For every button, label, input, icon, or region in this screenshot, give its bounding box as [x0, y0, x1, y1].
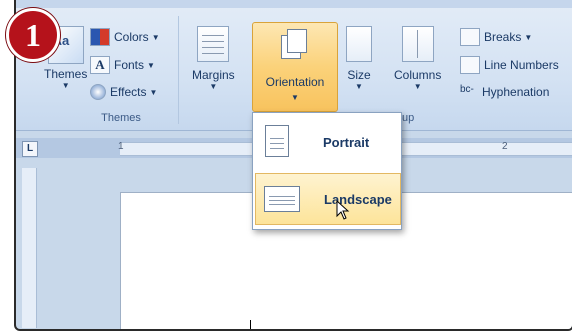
columns-button[interactable]: Columns ▼	[394, 26, 441, 91]
size-icon	[346, 26, 372, 62]
margins-icon	[197, 26, 230, 62]
fonts-icon: A	[90, 56, 110, 74]
ruler-mark-1: 1	[118, 141, 124, 152]
breaks-icon	[460, 28, 480, 46]
mouse-pointer-icon	[336, 200, 350, 220]
portrait-option[interactable]: Portrait	[255, 117, 399, 167]
line-numbers-label: Line Numbers	[484, 58, 559, 72]
line-numbers-button[interactable]: Line Numbers	[460, 56, 559, 74]
chevron-down-icon: ▼	[291, 93, 299, 102]
landscape-option[interactable]: Landscape	[255, 173, 401, 225]
chevron-down-icon: ▼	[209, 82, 218, 91]
chevron-down-icon: ▼	[413, 82, 422, 91]
hyphenation-label: Hyphenation	[482, 85, 550, 99]
orientation-label: Orientation	[265, 75, 325, 89]
hyphenation-button[interactable]: bc- Hyphenation	[460, 84, 549, 100]
text-cursor	[250, 320, 251, 329]
chevron-down-icon: ▼	[151, 32, 160, 42]
ruler-mark-2: 2	[502, 141, 508, 152]
margins-label: Margins	[192, 68, 235, 82]
ribbon-tab-strip	[16, 0, 572, 8]
effects-button[interactable]: Effects ▼	[90, 84, 157, 100]
group-separator	[178, 16, 179, 124]
portrait-page-icon	[265, 125, 289, 157]
chevron-down-icon: ▼	[149, 87, 158, 97]
effects-icon	[90, 84, 106, 100]
orientation-button[interactable]: Orientation ▼	[252, 22, 338, 112]
word-window: Aa Themes ▼ Colors ▼ A Fonts ▼ Effects ▼…	[14, 0, 572, 331]
themes-group-label: Themes	[101, 112, 141, 124]
tab-selector-icon[interactable]: L	[22, 141, 38, 157]
fonts-button[interactable]: A Fonts ▼	[90, 56, 155, 74]
vertical-ruler	[22, 168, 37, 328]
chevron-down-icon: ▼	[355, 82, 363, 91]
colors-label: Colors	[114, 30, 149, 44]
columns-icon	[401, 26, 434, 62]
step-badge: 1	[6, 8, 60, 62]
colors-button[interactable]: Colors ▼	[90, 28, 160, 46]
chevron-down-icon: ▼	[524, 32, 533, 42]
orientation-icon	[281, 29, 307, 59]
size-button[interactable]: Size ▼	[346, 26, 372, 91]
hyphenation-icon: bc-	[460, 84, 474, 95]
chevron-down-icon: ▼	[61, 81, 70, 90]
portrait-label: Portrait	[323, 134, 370, 150]
page-setup-group-label: up	[402, 112, 415, 124]
landscape-page-icon	[264, 186, 300, 212]
breaks-label: Breaks	[484, 30, 522, 44]
landscape-label: Landscape	[324, 191, 392, 207]
margins-button[interactable]: Margins ▼	[192, 26, 235, 91]
effects-label: Effects	[110, 85, 147, 99]
colors-icon	[90, 28, 110, 46]
line-numbers-icon	[460, 56, 480, 74]
orientation-dropdown: Portrait Landscape	[252, 112, 402, 230]
fonts-label: Fonts	[114, 58, 145, 72]
chevron-down-icon: ▼	[147, 60, 155, 70]
size-label: Size	[347, 68, 371, 82]
columns-label: Columns	[394, 68, 442, 82]
themes-button-label: Themes	[44, 67, 88, 81]
breaks-button[interactable]: Breaks ▼	[460, 28, 532, 46]
